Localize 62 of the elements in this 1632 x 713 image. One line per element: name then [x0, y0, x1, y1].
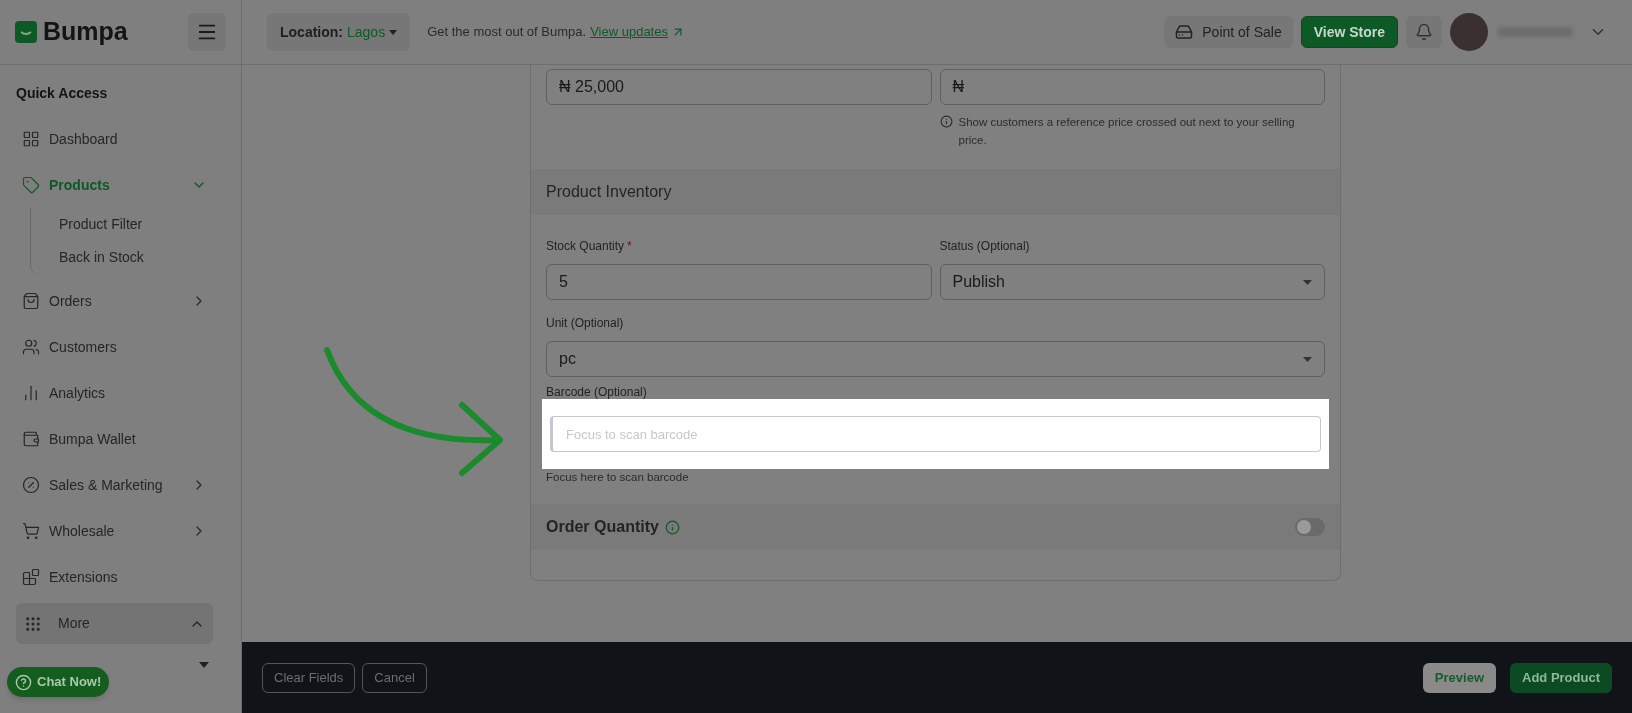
- bag-icon: [22, 292, 40, 310]
- percent-icon: [22, 476, 40, 494]
- sidebar-item[interactable]: Extensions: [16, 554, 213, 600]
- dots-grid-icon: [24, 614, 42, 633]
- sidebar-item[interactable]: Analytics: [16, 370, 213, 416]
- notification-button[interactable]: [1406, 16, 1442, 48]
- users-icon: [22, 338, 40, 356]
- field-label: Unit (Optional): [546, 315, 624, 332]
- bar-chart-icon: [22, 384, 40, 402]
- pos-button[interactable]: Point of Sale: [1164, 16, 1293, 48]
- sidebar-item[interactable]: Wholesale: [16, 508, 213, 554]
- section-title: Product Inventory: [546, 182, 672, 202]
- info-icon: [939, 115, 953, 128]
- updates-link[interactable]: View updates: [590, 22, 668, 42]
- cancel-button[interactable]: Cancel: [362, 662, 427, 693]
- view-store-button[interactable]: View Store: [1300, 16, 1398, 48]
- logo-icon: [15, 21, 37, 43]
- help-icon: [15, 673, 32, 691]
- caret-icon: [389, 29, 398, 35]
- help-text: Focus here to scan barcode: [546, 470, 690, 484]
- sidebar-subitem[interactable]: Back in Stock: [31, 241, 213, 274]
- blocks-icon: [22, 568, 40, 586]
- sidebar-item[interactable]: Products: [16, 162, 213, 208]
- section-title: Order Quantity: [546, 517, 659, 537]
- caret-icon: [1303, 279, 1312, 285]
- caret-icon: [199, 662, 209, 668]
- preview-button[interactable]: Preview: [1422, 662, 1496, 693]
- menu-button[interactable]: [188, 13, 226, 51]
- chat-button[interactable]: Chat Now!: [7, 667, 110, 697]
- grid-icon: [22, 130, 40, 148]
- help-text: Show customers a reference price crossed out next to your selling price.: [958, 115, 1296, 148]
- brand-name: Bumpa: [43, 16, 128, 48]
- promo-text: Get the most out of Bumpa.: [427, 23, 587, 42]
- tag-icon: [22, 176, 40, 194]
- sidebar-item[interactable]: Dashboard: [16, 116, 213, 162]
- clear-fields-button[interactable]: Clear Fields: [262, 662, 356, 693]
- field-label: Stock Quantity: [546, 238, 625, 255]
- sidebar-item[interactable]: Bumpa Wallet: [16, 416, 213, 462]
- bell-icon: [1415, 23, 1433, 41]
- add-product-button[interactable]: Add Product: [1510, 662, 1612, 693]
- sidebar-subitem[interactable]: Product Filter: [31, 208, 213, 241]
- caret-icon: [1303, 356, 1312, 362]
- toggle-switch[interactable]: [1295, 518, 1325, 536]
- more-item[interactable]: More: [16, 603, 213, 644]
- sidebar-item[interactable]: Customers: [16, 324, 213, 370]
- required-mark: *: [627, 238, 632, 255]
- field-label: Barcode (Optional): [546, 385, 648, 399]
- price-field[interactable]: ₦ 25,000: [546, 69, 932, 105]
- unit-select[interactable]: pc: [546, 341, 1325, 377]
- location-button[interactable]: Location: Lagos: [267, 13, 411, 51]
- status-select[interactable]: Publish: [939, 264, 1325, 300]
- field-label: Status (Optional): [939, 238, 1030, 255]
- quantity-field[interactable]: 5: [546, 264, 932, 300]
- wallet-icon: [22, 430, 40, 448]
- compare-price-field[interactable]: ₦: [939, 69, 1325, 105]
- avatar[interactable]: [1450, 13, 1488, 51]
- info-icon: [664, 519, 680, 535]
- section-title: Quick Access: [16, 84, 109, 103]
- sidebar-item[interactable]: Orders: [16, 278, 213, 324]
- card-reader-icon: [1175, 23, 1194, 41]
- cart-icon: [22, 522, 40, 540]
- sidebar-item[interactable]: Sales & Marketing: [16, 462, 213, 508]
